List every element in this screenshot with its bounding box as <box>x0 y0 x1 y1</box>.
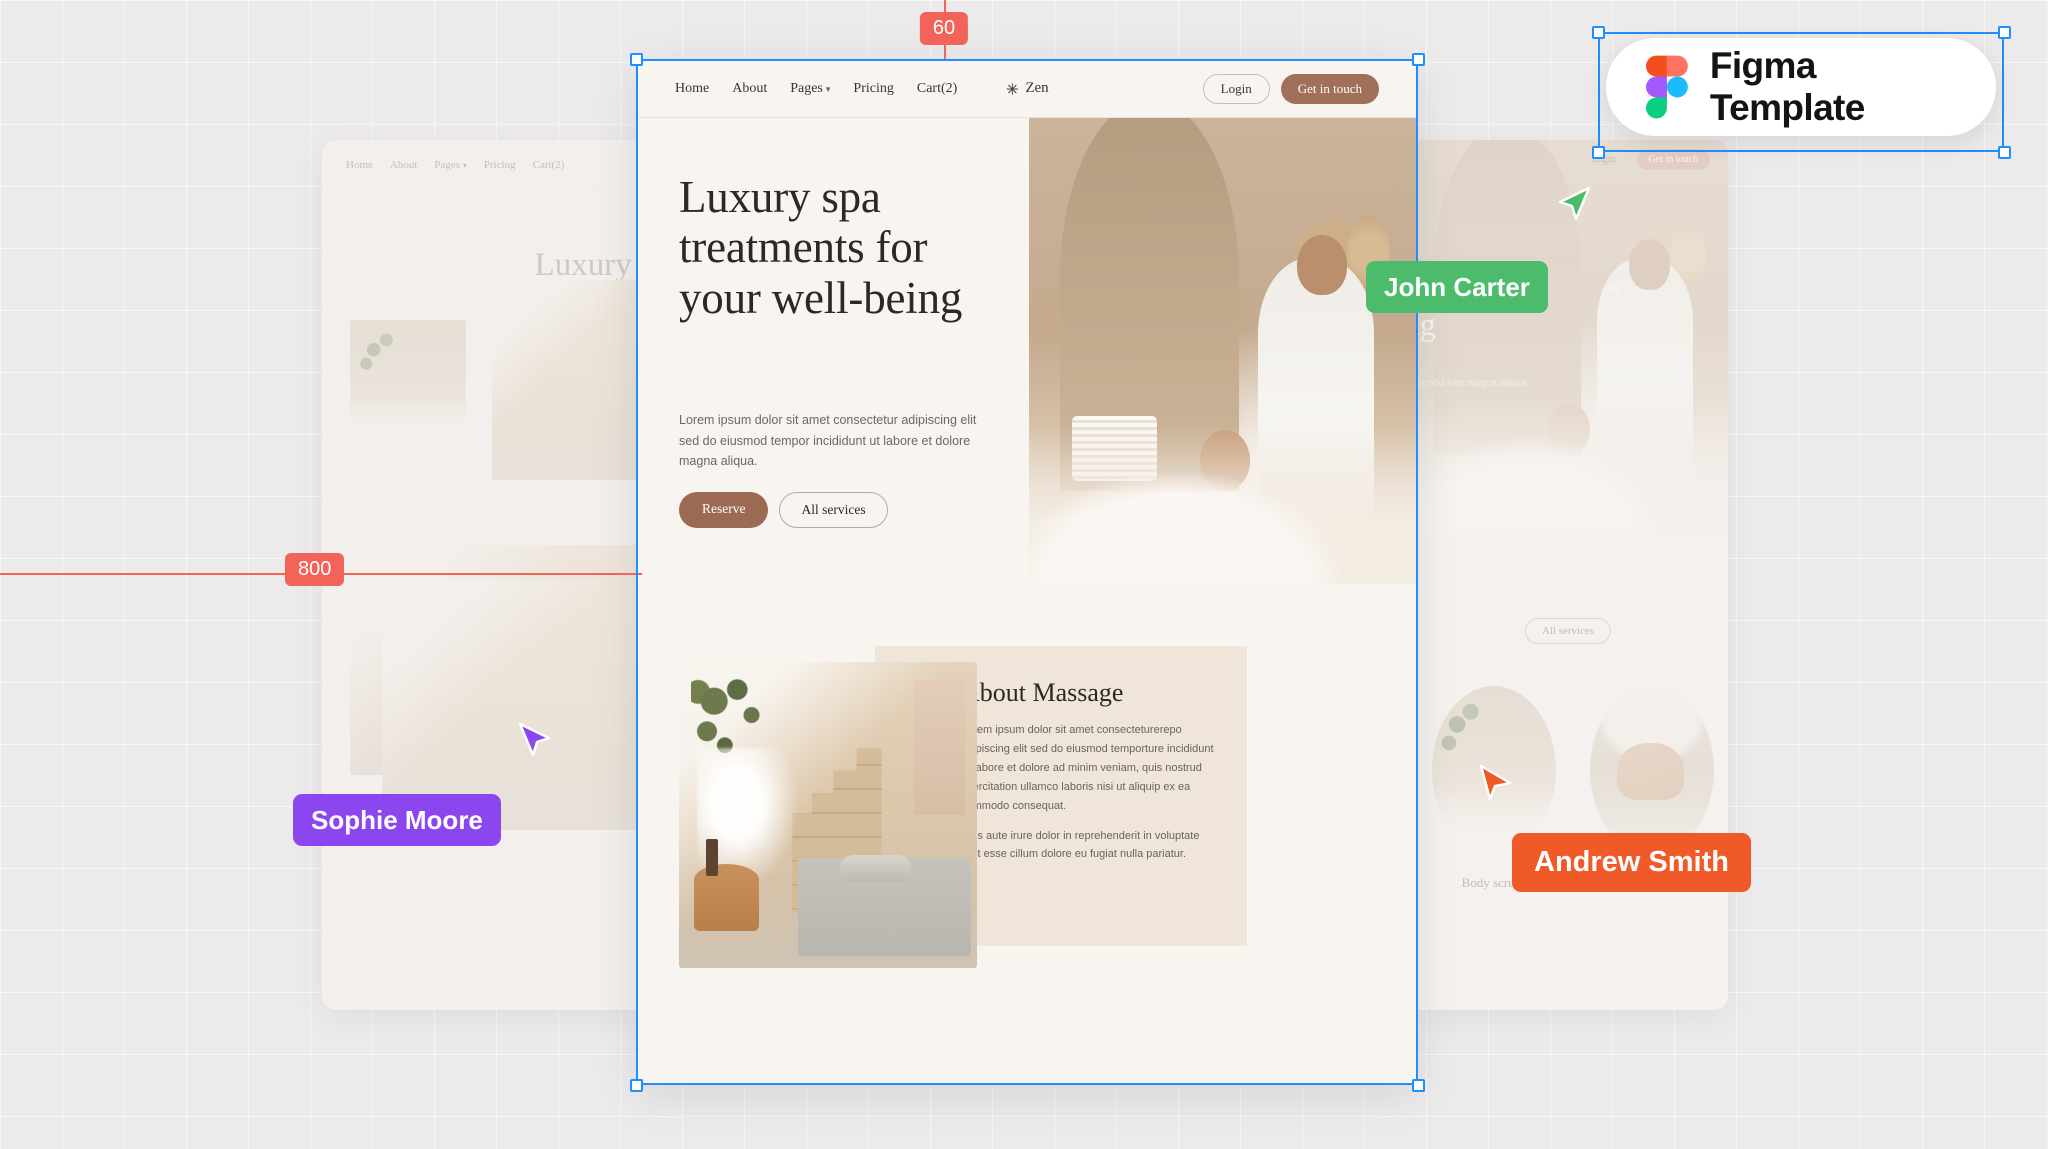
brand-name: Zen <box>1025 80 1049 96</box>
measure-badge-60: 60 <box>919 12 969 45</box>
horizontal-guide-right <box>342 573 642 575</box>
figma-logo-icon <box>1646 55 1688 119</box>
therapist-figure <box>1257 257 1375 547</box>
login-button[interactable]: Login <box>1202 73 1270 104</box>
reserve-button[interactable]: Reserve <box>679 492 769 528</box>
ghost-nav-link: About <box>389 158 418 171</box>
selection-handle-top-right[interactable] <box>1412 53 1425 66</box>
main-website-frame[interactable]: Home About Pages ▾ Pricing Cart(2) Zen L… <box>637 60 1417 1084</box>
horizontal-guide-left <box>0 573 291 575</box>
about-section: About Massage Lorem ipsum dolor sit amet… <box>637 584 1417 1084</box>
figma-canvas[interactable]: Home About Pages ▾ Pricing Cart(2) ✻ Lux… <box>0 0 2048 1149</box>
get-in-touch-button[interactable]: Get in touch <box>1280 73 1379 104</box>
ghost-nav-link: Cart(2) <box>532 158 565 171</box>
hero-section: Luxury spa treatments for your well-bein… <box>637 118 1417 584</box>
measure-badge-800: 800 <box>285 553 345 586</box>
figma-template-badge[interactable]: Figma Template <box>1606 38 1996 136</box>
cursor-sophie-moore <box>518 722 551 757</box>
brand-logo[interactable]: Zen <box>1005 80 1049 97</box>
about-image <box>679 662 977 968</box>
badge-handle-bottom-right[interactable] <box>1998 146 2011 159</box>
selection-handle-top-left[interactable] <box>630 53 643 66</box>
asterisk-flower-icon <box>1006 82 1019 95</box>
hero-copy: Lorem ipsum dolor sit amet consectetur a… <box>679 413 977 469</box>
figma-template-label: Figma Template <box>1709 45 1865 128</box>
all-services-button[interactable]: All services <box>779 492 888 528</box>
selection-handle-bottom-right[interactable] <box>1412 1079 1425 1092</box>
cursor-john-carter <box>1558 186 1591 221</box>
therapist-head <box>1296 234 1348 296</box>
ghost-nav-link: Pages ▾ <box>434 158 467 171</box>
ghost-get-in-touch-button: Get in touch <box>1636 149 1710 170</box>
ghost-nav-link: Home <box>346 158 373 171</box>
hero-title: Luxury spa treatments for your well-bein… <box>679 172 963 323</box>
ghost-right-hero-copy: ipiscing elit sed do eiusmod lore magna … <box>1408 378 1530 389</box>
nav-item-home[interactable]: Home <box>675 81 709 97</box>
ghost-image-facial <box>350 320 466 450</box>
ghost-image-room-3 <box>382 580 642 830</box>
badge-handle-top-right[interactable] <box>1998 26 2011 39</box>
cursor-label-sophie-moore: Sophie Moore <box>293 794 501 846</box>
nav-item-cart[interactable]: Cart(2) <box>917 81 957 97</box>
service-image-manicures <box>1590 686 1714 854</box>
client-head <box>1199 430 1251 491</box>
hero-image <box>1029 118 1417 584</box>
cursor-label-andrew-smith: Andrew Smith <box>1512 833 1751 892</box>
hero-cta-group: Reserve All services <box>679 492 987 528</box>
ghost-right-nav: Login Get in touch <box>1408 140 1728 180</box>
nav-item-pricing[interactable]: Pricing <box>853 81 893 97</box>
selection-handle-bottom-left[interactable] <box>630 1079 643 1092</box>
cursor-label-john-carter: John Carter <box>1366 261 1548 313</box>
ghost-nav-link: Pricing <box>483 158 516 171</box>
rolled-towels <box>1071 416 1158 482</box>
site-navbar: Home About Pages ▾ Pricing Cart(2) Zen L… <box>637 60 1417 118</box>
nav-item-about[interactable]: About <box>732 81 767 97</box>
all-services-pill: All services <box>1524 618 1612 644</box>
nav-item-pages[interactable]: Pages ▾ <box>790 81 830 97</box>
nav-links: Home About Pages ▾ Pricing Cart(2) <box>675 81 957 97</box>
chevron-down-icon: ▾ <box>825 83 831 94</box>
badge-handle-bottom-left[interactable] <box>1592 146 1605 159</box>
badge-handle-top-left[interactable] <box>1592 26 1605 39</box>
hero-content: Luxury spa treatments for your well-bein… <box>637 118 1029 584</box>
cursor-andrew-smith <box>1479 764 1512 801</box>
nav-actions: Login Get in touch <box>1202 73 1379 104</box>
ghost-image-room <box>492 280 642 480</box>
